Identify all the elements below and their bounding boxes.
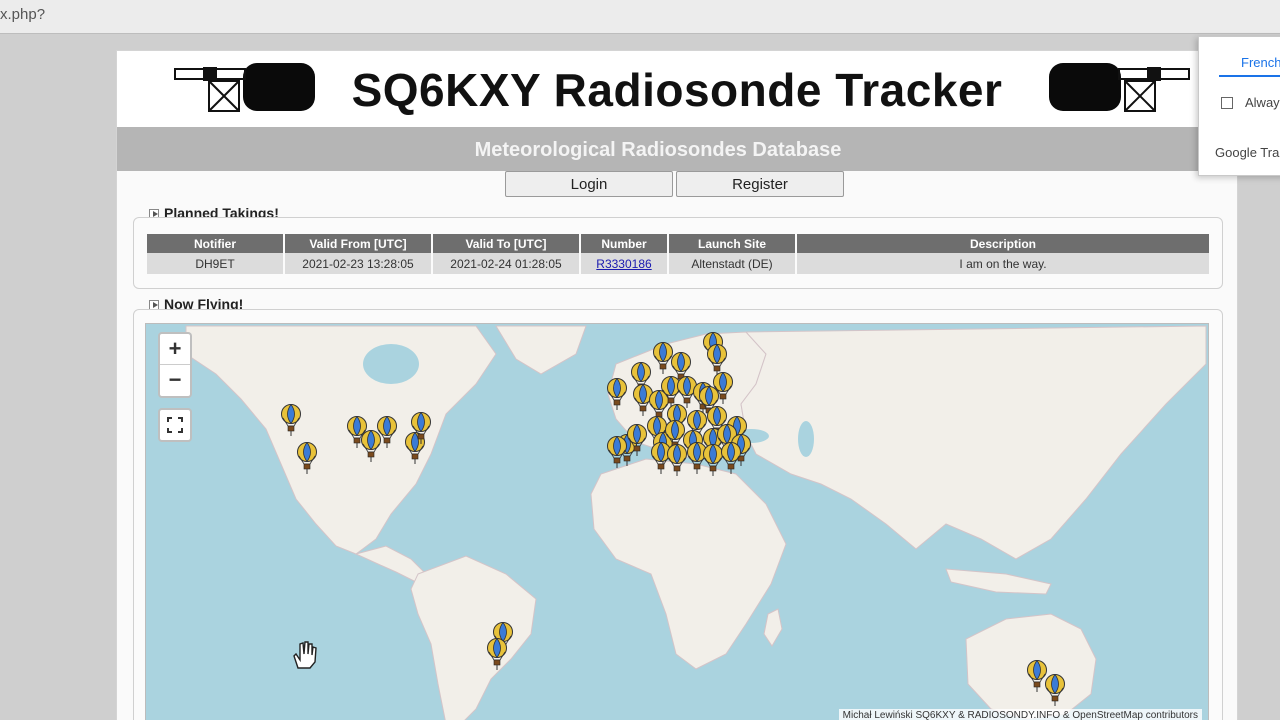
fullscreen-button[interactable]	[158, 408, 192, 442]
landmass-greenland	[495, 325, 587, 375]
url-text: x.php?	[0, 6, 46, 23]
register-button[interactable]: Register	[676, 171, 844, 197]
column-header: Launch Site	[669, 234, 795, 253]
hot-air-balloon-icon[interactable]	[486, 638, 508, 670]
hot-air-balloon-icon[interactable]	[720, 442, 742, 474]
zoom-out-button[interactable]: −	[160, 365, 190, 396]
sonde-number-link[interactable]: R3330186	[596, 257, 651, 271]
radiosonde-icon	[174, 63, 315, 112]
column-header: Valid From [UTC]	[285, 234, 431, 253]
hot-air-balloon-icon[interactable]	[606, 436, 628, 468]
always-translate-checkbox[interactable]	[1221, 97, 1233, 109]
page-container: SQ6KXY Radiosonde Tracker Meteorological…	[116, 50, 1239, 720]
login-button[interactable]: Login	[505, 171, 673, 197]
site-banner: SQ6KXY Radiosonde Tracker	[117, 51, 1239, 127]
landmass-central-america	[354, 545, 427, 583]
zoom-control: + −	[158, 332, 192, 398]
landmass-north-america	[185, 325, 497, 555]
hot-air-balloon-icon[interactable]	[626, 424, 648, 456]
column-header: Notifier	[147, 234, 283, 253]
landmass-south-america	[410, 555, 537, 720]
hot-air-balloon-icon[interactable]	[1044, 674, 1066, 706]
zoom-in-button[interactable]: +	[160, 334, 190, 365]
google-translate-brand: Google Tran	[1215, 145, 1280, 160]
valid-to-cell: 2021-02-24 01:28:05	[433, 253, 579, 274]
always-translate-label: Alway	[1245, 95, 1280, 110]
number-cell: R3330186	[581, 253, 667, 274]
landmass-madagascar	[763, 608, 783, 647]
planned-takings-table: Notifier Valid From [UTC] Valid To [UTC]…	[145, 234, 1211, 274]
table-row: DH9ET 2021-02-23 13:28:05 2021-02-24 01:…	[147, 253, 1209, 274]
site-subtitle: Meteorological Radiosondes Database	[117, 127, 1199, 171]
translate-popup: French Alway Google Tran	[1198, 36, 1280, 176]
translate-language-tab[interactable]: French	[1241, 55, 1280, 70]
landmass-africa	[590, 458, 787, 670]
caspian-sea	[798, 421, 814, 457]
notifier-cell: DH9ET	[147, 253, 283, 274]
site-title: SQ6KXY Radiosonde Tracker	[351, 64, 1003, 116]
hot-air-balloon-icon[interactable]	[410, 412, 432, 444]
hot-air-balloon-icon[interactable]	[666, 444, 688, 476]
description-cell: I am on the way.	[797, 253, 1209, 274]
launch-site-cell: Altenstadt (DE)	[669, 253, 795, 274]
hudson-bay	[363, 344, 419, 384]
hot-air-balloon-icon[interactable]	[280, 404, 302, 436]
column-header: Number	[581, 234, 667, 253]
translate-tab-underline	[1219, 75, 1280, 77]
hand-cursor-icon	[293, 641, 317, 669]
landmass-southeast-asia-islands	[945, 568, 1052, 595]
hot-air-balloon-icon[interactable]	[376, 416, 398, 448]
map-attribution: Michał Lewiński SQ6KXY & RADIOSONDY.INFO…	[838, 709, 1202, 720]
hot-air-balloon-icon[interactable]	[296, 442, 318, 474]
column-header: Valid To [UTC]	[433, 234, 579, 253]
table-header-row: Notifier Valid From [UTC] Valid To [UTC]…	[147, 234, 1209, 253]
radiosonde-icon	[1049, 63, 1190, 112]
browser-address-bar[interactable]: x.php?	[0, 0, 1280, 34]
fullscreen-icon	[167, 417, 183, 433]
hot-air-balloon-icon[interactable]	[606, 378, 628, 410]
valid-from-cell: 2021-02-23 13:28:05	[285, 253, 431, 274]
column-header: Description	[797, 234, 1209, 253]
